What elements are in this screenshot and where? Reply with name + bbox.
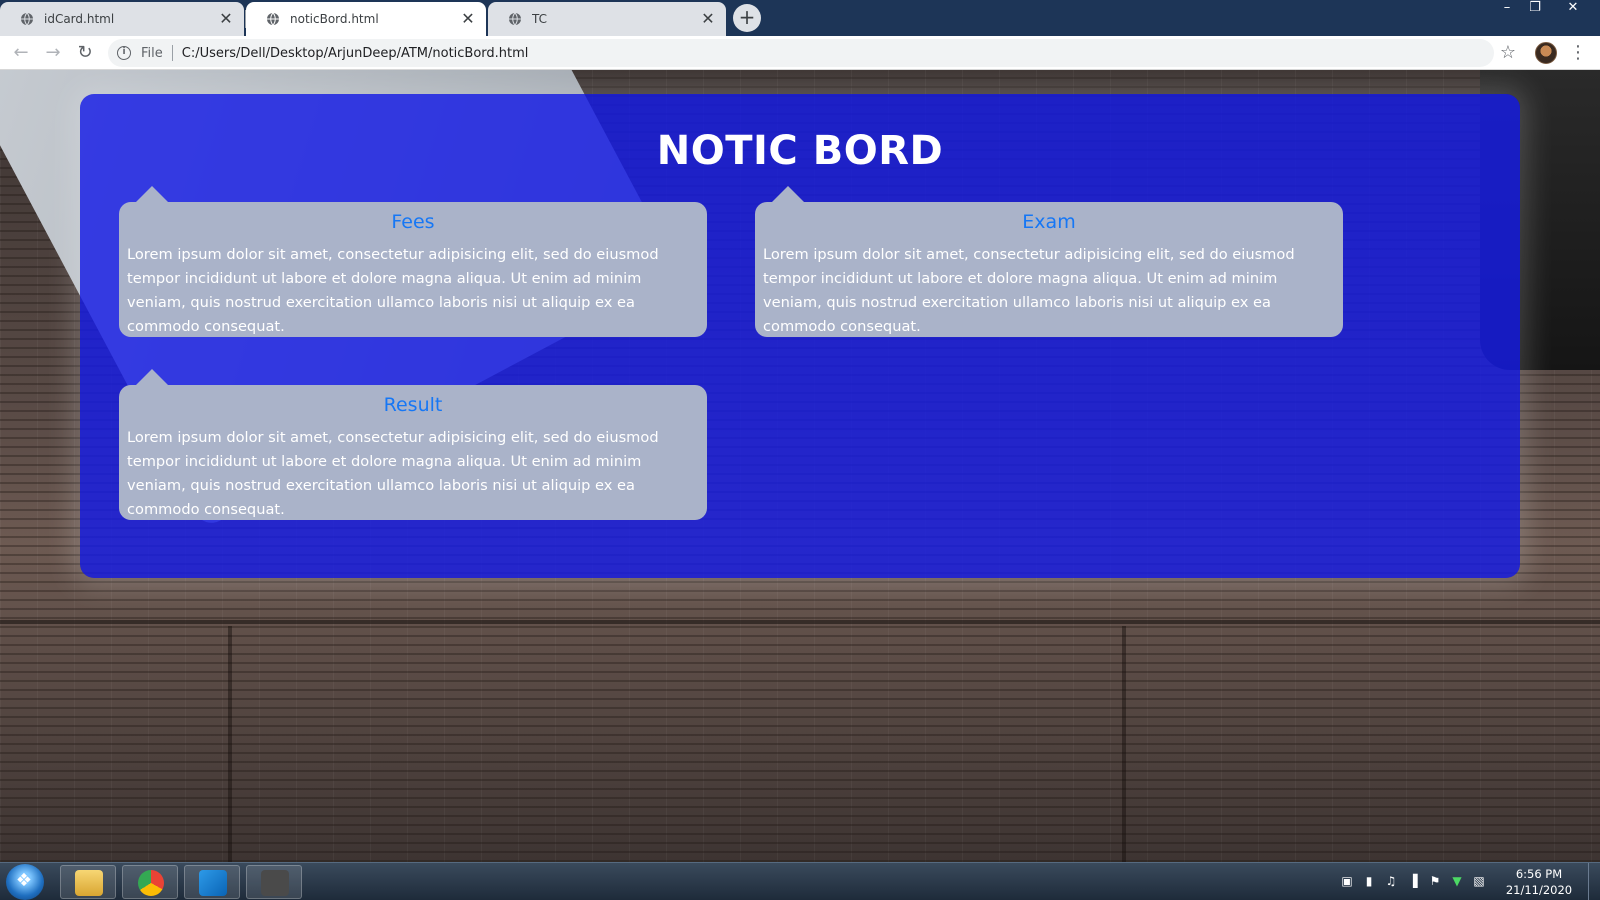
globe-icon xyxy=(267,12,279,26)
url-scheme-label: File xyxy=(141,45,163,61)
address-bar[interactable]: i File C:/Users/Dell/Desktop/ArjunDeep/A… xyxy=(108,39,1494,67)
clock-date: 21/11/2020 xyxy=(1505,883,1573,897)
notice-body: Lorem ipsum dolor sit amet, consectetur … xyxy=(763,246,1295,335)
notice-card-exam: Exam Lorem ipsum dolor sit amet, consect… xyxy=(755,186,1343,337)
tray-action-center-flag-icon[interactable]: ⚑ xyxy=(1427,873,1443,889)
close-icon[interactable]: ✕ xyxy=(460,11,476,27)
new-tab-button[interactable]: + xyxy=(733,4,761,32)
notice-title: Exam xyxy=(1022,211,1076,233)
tab-tc[interactable]: TC ✕ xyxy=(488,2,726,36)
tab-title: noticBord.html xyxy=(290,12,379,26)
wood-plank-seam xyxy=(228,626,232,862)
wood-plank-line xyxy=(0,620,1600,624)
notice-body: Lorem ipsum dolor sit amet, consectetur … xyxy=(127,429,659,518)
forward-arrow-icon[interactable]: → xyxy=(40,40,66,66)
show-desktop-button[interactable] xyxy=(1588,863,1600,900)
notice-board-panel: NOTIC BORD Fees Lorem ipsum dolor sit am… xyxy=(80,94,1520,578)
taskbar-vscode[interactable] xyxy=(184,865,240,899)
bookmark-star-icon[interactable]: ☆ xyxy=(1495,40,1521,66)
globe-icon xyxy=(21,12,33,26)
vscode-icon xyxy=(199,870,227,896)
tray-battery-icon[interactable]: ▮ xyxy=(1361,873,1377,889)
tray-signal-icon[interactable]: ▐ xyxy=(1405,873,1421,889)
notice-card-result: Result Lorem ipsum dolor sit amet, conse… xyxy=(119,369,707,520)
more-menu-icon[interactable]: ⋮ xyxy=(1568,40,1588,66)
windows-taskbar: ❖ ▣ ▮ ♫ ▐ ⚑ ▼ ▧ 6:56 PM 21/11/2020 xyxy=(0,862,1600,900)
tab-noticbord[interactable]: noticBord.html ✕ xyxy=(246,2,486,36)
notice-card-fees: Fees Lorem ipsum dolor sit amet, consect… xyxy=(119,186,707,337)
taskbar-chrome[interactable] xyxy=(122,865,178,899)
close-icon[interactable]: ✕ xyxy=(700,11,716,27)
tab-title: TC xyxy=(532,12,548,26)
browser-toolbar: ← → ↻ i File C:/Users/Dell/Desktop/Arjun… xyxy=(0,36,1600,70)
tray-wifi-icon[interactable]: ▼ xyxy=(1449,873,1465,889)
profile-avatar[interactable] xyxy=(1535,42,1557,64)
notice-body: Lorem ipsum dolor sit amet, consectetur … xyxy=(127,246,659,335)
tab-idcard[interactable]: idCard.html ✕ xyxy=(0,2,244,36)
notice-title: Result xyxy=(383,394,443,416)
info-icon[interactable]: i xyxy=(117,46,131,60)
windows-logo-icon: ❖ xyxy=(15,870,33,891)
tray-network-icon[interactable]: ▧ xyxy=(1471,873,1487,889)
reload-icon[interactable]: ↻ xyxy=(72,40,98,66)
tab-title: idCard.html xyxy=(44,12,115,26)
taskbar-file-explorer[interactable] xyxy=(60,865,116,899)
page-viewport: NOTIC BORD Fees Lorem ipsum dolor sit am… xyxy=(0,70,1600,862)
clock-time: 6:56 PM xyxy=(1515,867,1563,881)
sublime-text-icon xyxy=(261,870,289,896)
window-close-icon[interactable]: ✕ xyxy=(1558,0,1588,18)
close-icon[interactable]: ✕ xyxy=(218,11,234,27)
back-arrow-icon[interactable]: ← xyxy=(8,40,34,66)
browser-tab-strip: idCard.html ✕ noticBord.html ✕ TC ✕ + – … xyxy=(0,0,1600,36)
file-explorer-icon xyxy=(75,870,103,896)
taskbar-clock[interactable]: 6:56 PM 21/11/2020 xyxy=(1494,866,1584,898)
taskbar-sublime-text[interactable] xyxy=(246,865,302,899)
page-title: NOTIC BORD xyxy=(656,128,944,174)
tray-volume-icon[interactable]: ♫ xyxy=(1383,873,1399,889)
tray-monitor-icon[interactable]: ▣ xyxy=(1339,873,1355,889)
omnibox-divider xyxy=(171,45,173,61)
wood-plank-seam xyxy=(1122,626,1126,862)
restore-icon[interactable]: ❐ xyxy=(1520,0,1550,18)
url-text[interactable]: C:/Users/Dell/Desktop/ArjunDeep/ATM/noti… xyxy=(182,46,529,61)
chrome-icon xyxy=(138,870,164,896)
minimize-icon[interactable]: – xyxy=(1492,0,1522,18)
globe-icon xyxy=(509,12,521,26)
notice-title: Fees xyxy=(391,211,435,233)
